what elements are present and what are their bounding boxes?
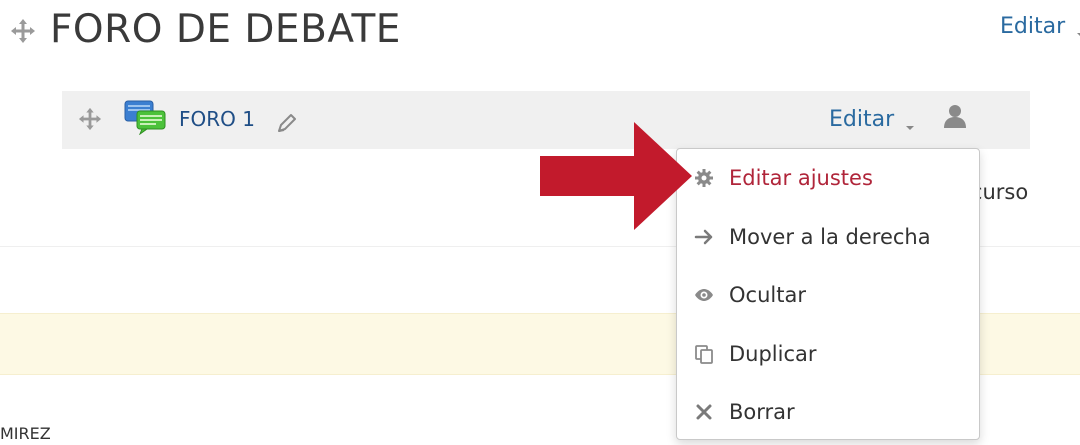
menu-item-delete[interactable]: Borrar	[677, 387, 979, 437]
section-move-icon[interactable]	[10, 18, 36, 44]
edit-dropdown-menu: Editar ajustes Mover a la derecha Oculta…	[676, 148, 980, 440]
move-icon[interactable]	[78, 107, 102, 131]
pencil-icon[interactable]	[275, 111, 299, 135]
activity-edit-menu-trigger[interactable]: Editar	[829, 105, 915, 135]
section-edit-label[interactable]: Editar	[1000, 14, 1065, 39]
user-name-fragment: MIREZ	[0, 424, 51, 443]
caret-down-icon[interactable]	[906, 126, 915, 130]
activity-link[interactable]: FORO 1	[179, 105, 255, 133]
section-edit-menu-trigger[interactable]: Editar	[1000, 12, 1080, 42]
menu-item-label[interactable]: Borrar	[729, 397, 795, 427]
menu-item-label[interactable]: Duplicar	[729, 339, 817, 369]
forum-icon[interactable]	[124, 99, 166, 135]
activity-edit-label[interactable]: Editar	[829, 107, 894, 132]
gear-icon	[695, 169, 713, 187]
red-arrow-icon	[540, 122, 692, 230]
menu-item-label[interactable]: Editar ajustes	[729, 163, 873, 193]
section-title: FORO DE DEBATE	[50, 7, 401, 52]
menu-item-hide[interactable]: Ocultar	[677, 270, 979, 320]
user-icon[interactable]	[942, 103, 968, 129]
menu-item-label[interactable]: Ocultar	[729, 280, 806, 310]
eye-icon	[695, 289, 713, 301]
menu-item-move-right[interactable]: Mover a la derecha	[677, 212, 979, 262]
menu-item-duplicate[interactable]: Duplicar	[677, 329, 979, 379]
delete-x-icon	[696, 404, 712, 420]
menu-item-label[interactable]: Mover a la derecha	[729, 222, 931, 252]
arrow-right-icon	[694, 229, 713, 245]
menu-item-edit-settings[interactable]: Editar ajustes	[677, 153, 979, 203]
duplicate-icon	[695, 345, 713, 364]
